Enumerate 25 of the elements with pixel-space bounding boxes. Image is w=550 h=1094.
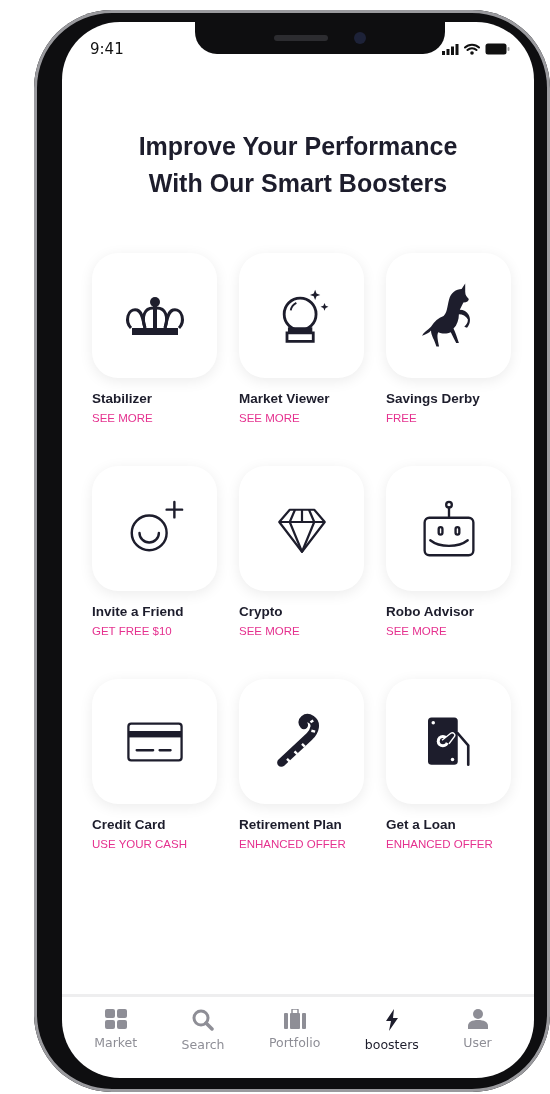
booster-link[interactable]: USE YOUR CASH [92, 838, 217, 850]
status-time: 9:41 [90, 40, 124, 58]
booster-name: Market Viewer [239, 391, 331, 406]
booster-name: Stabilizer [92, 391, 154, 406]
booster-name: Crypto [239, 604, 284, 619]
booster-name: Invite a Friend [92, 604, 185, 619]
tab-item[interactable]: boosters [362, 1005, 421, 1056]
tab-item[interactable]: Portfolio [266, 1005, 323, 1056]
booster-link[interactable]: SEE MORE [386, 625, 511, 637]
booster-link[interactable]: ENHANCED OFFER [239, 838, 364, 850]
booster-link[interactable]: FREE [386, 412, 511, 424]
booster-link[interactable]: GET FREE $10 [92, 625, 217, 637]
booster-name: Savings Derby [386, 391, 481, 406]
tab-item[interactable]: Market [92, 1005, 140, 1056]
booster-name: Credit Card [92, 817, 167, 832]
booster-link[interactable]: SEE MORE [92, 412, 217, 424]
booster-link[interactable]: SEE MORE [239, 412, 364, 424]
booster-name: Get a Loan [386, 817, 457, 832]
tab-item[interactable]: User [461, 1005, 494, 1056]
page-title: Improve Your Performance With Our Smart Boosters [137, 131, 459, 199]
booster-link[interactable]: SEE MORE [239, 625, 364, 637]
tab-item[interactable]: Search [179, 1005, 227, 1056]
booster-link[interactable]: ENHANCED OFFER [386, 838, 511, 850]
booster-name: Robo Advisor [386, 604, 475, 619]
booster-name: Retirement Plan [239, 817, 343, 832]
